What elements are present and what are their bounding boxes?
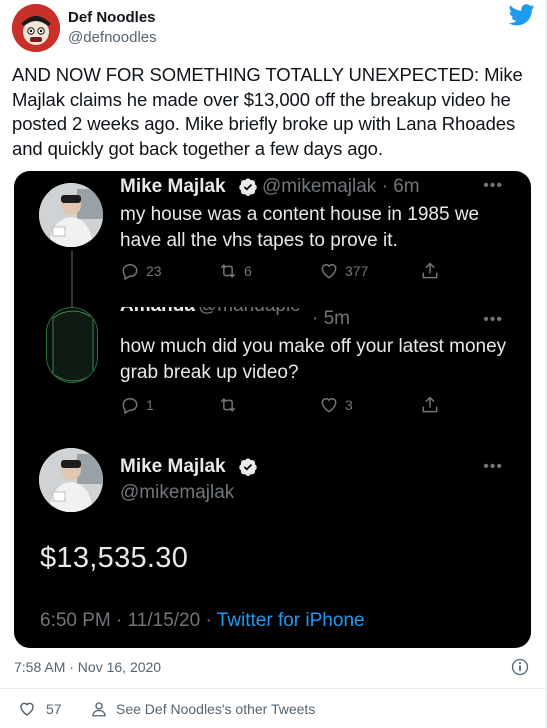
amanda-avatar: [46, 307, 98, 383]
more-options-icon[interactable]: •••: [483, 311, 503, 329]
tweet2-like-count: 3: [345, 397, 353, 413]
tweet2-header-clip: Amanda @mandapie: [120, 307, 320, 319]
author-avatar[interactable]: [12, 4, 60, 52]
verified-badge-icon: [239, 178, 257, 196]
other-tweets-label: See Def Noodles's other Tweets: [116, 701, 316, 717]
tweet1-like-button[interactable]: 377: [319, 261, 368, 281]
share-icon: [422, 262, 438, 279]
verified-badge-icon: [239, 458, 257, 476]
tweet3-timestamp: 6:50 PM · 11/15/20 · Twitter for iPhone: [40, 610, 365, 632]
tweet1-reply-button[interactable]: 23: [120, 261, 162, 281]
tweet1-name: Mike Majlak: [120, 176, 226, 197]
twitter-bird-icon[interactable]: [509, 4, 535, 26]
author-handle[interactable]: @defnoodles: [68, 29, 157, 46]
tweet-timestamp[interactable]: 7:58 AM · Nov 16, 2020: [14, 659, 161, 675]
tweet2-reply-count: 1: [146, 397, 154, 413]
reply-icon: [122, 263, 138, 281]
footer-divider: [0, 688, 547, 689]
more-options-icon[interactable]: •••: [483, 177, 503, 195]
heart-icon: [20, 702, 34, 716]
other-tweets-link[interactable]: See Def Noodles's other Tweets: [90, 700, 315, 718]
tweet1-like-count: 377: [345, 263, 369, 279]
tweet-text: AND NOW FOR SOMETHING TOTALLY UNEXPECTED…: [12, 64, 523, 159]
tweet-header: Def Noodles @defnoodles: [12, 4, 535, 52]
tweet2-retweet-button[interactable]: [218, 395, 238, 415]
info-icon[interactable]: [510, 657, 530, 677]
tweet1-meta: @mikemajlak · 6m: [262, 176, 420, 197]
tweet2-share-button[interactable]: [420, 395, 440, 415]
tweet2-reply-button[interactable]: 1: [120, 395, 154, 415]
like-count: 57: [46, 701, 62, 717]
tweet1-retweet-count: 6: [244, 263, 252, 279]
retweet-icon: [220, 398, 236, 412]
tweet3-source-link[interactable]: Twitter for iPhone: [217, 610, 365, 631]
author-name[interactable]: Def Noodles: [68, 9, 156, 26]
tweet2-handle-obscured: @mandapie: [198, 307, 301, 317]
tweet3-name: Mike Majlak: [120, 456, 226, 477]
tweet1-text: my house was a content house in 1985 we …: [120, 204, 480, 251]
tweet3-handle: @mikemajlak: [120, 482, 235, 503]
retweet-icon: [220, 264, 236, 278]
tweet1-retweet-button[interactable]: 6: [218, 261, 252, 281]
user-icon: [92, 702, 106, 717]
reply-icon: [122, 397, 138, 415]
tweet2-time: · 5m: [312, 308, 350, 329]
tweet2-like-button[interactable]: 3: [319, 395, 353, 415]
like-button[interactable]: 57: [18, 700, 62, 718]
tweet1-share-button[interactable]: [420, 261, 440, 281]
mike-avatar-large: [39, 448, 103, 512]
share-icon: [422, 396, 438, 413]
mike-avatar: [39, 183, 103, 247]
tweet3-time: 6:50 PM · 11/15/20 ·: [40, 610, 217, 631]
embedded-screenshot[interactable]: Mike Majlak @mikemajlak · 6m ••• my hous…: [14, 171, 531, 648]
tweet1-reply-count: 23: [146, 263, 162, 279]
tweet-card: Def Noodles @defnoodles AND NOW FOR SOME…: [0, 0, 547, 728]
more-options-icon[interactable]: •••: [483, 458, 503, 476]
tweet2-name: Amanda: [120, 307, 195, 317]
tweet2-text: how much did you make off your latest mo…: [120, 336, 507, 383]
thread-line: [71, 251, 73, 307]
tweet3-amount: $13,535.30: [40, 542, 189, 574]
heart-icon: [321, 264, 337, 279]
heart-icon: [321, 398, 337, 413]
